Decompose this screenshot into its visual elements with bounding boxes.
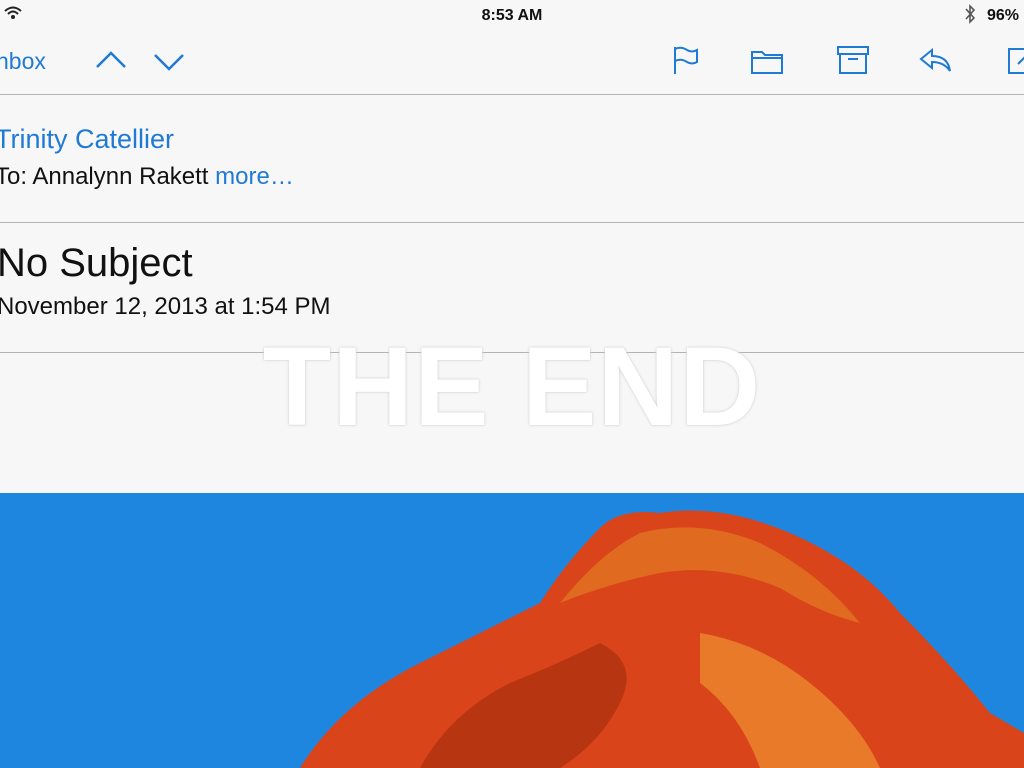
message-subject: No Subject bbox=[0, 241, 193, 285]
message-date: November 12, 2013 at 1:54 PM bbox=[0, 293, 331, 320]
message-header: Trinity Catellier To: Annalynn Rakett mo… bbox=[0, 95, 1024, 223]
compose-icon[interactable] bbox=[1006, 44, 1024, 78]
recipient-text[interactable]: To: Annalynn Rakett bbox=[0, 163, 208, 190]
toolbar: nbox bbox=[0, 30, 1024, 95]
more-recipients-link[interactable]: more… bbox=[215, 163, 294, 190]
chevron-down-icon[interactable] bbox=[152, 44, 186, 78]
bluetooth-icon bbox=[964, 4, 976, 29]
battery-percent: 96% bbox=[987, 7, 1020, 24]
status-time: 8:53 AM bbox=[481, 7, 543, 24]
recipient-line: To: Annalynn Rakett more… bbox=[0, 163, 294, 191]
attached-photo bbox=[0, 493, 1024, 768]
inbox-back-button[interactable]: nbox bbox=[0, 48, 46, 75]
sender-name[interactable]: Trinity Catellier bbox=[0, 124, 174, 155]
folder-icon[interactable] bbox=[750, 44, 784, 78]
overlay-title: THE END bbox=[262, 324, 762, 449]
reply-icon[interactable] bbox=[918, 44, 952, 78]
chevron-up-icon[interactable] bbox=[94, 44, 128, 78]
flag-icon[interactable] bbox=[669, 44, 703, 78]
status-bar: 8:53 AM 96% bbox=[0, 0, 1024, 30]
archive-icon[interactable] bbox=[836, 44, 870, 78]
